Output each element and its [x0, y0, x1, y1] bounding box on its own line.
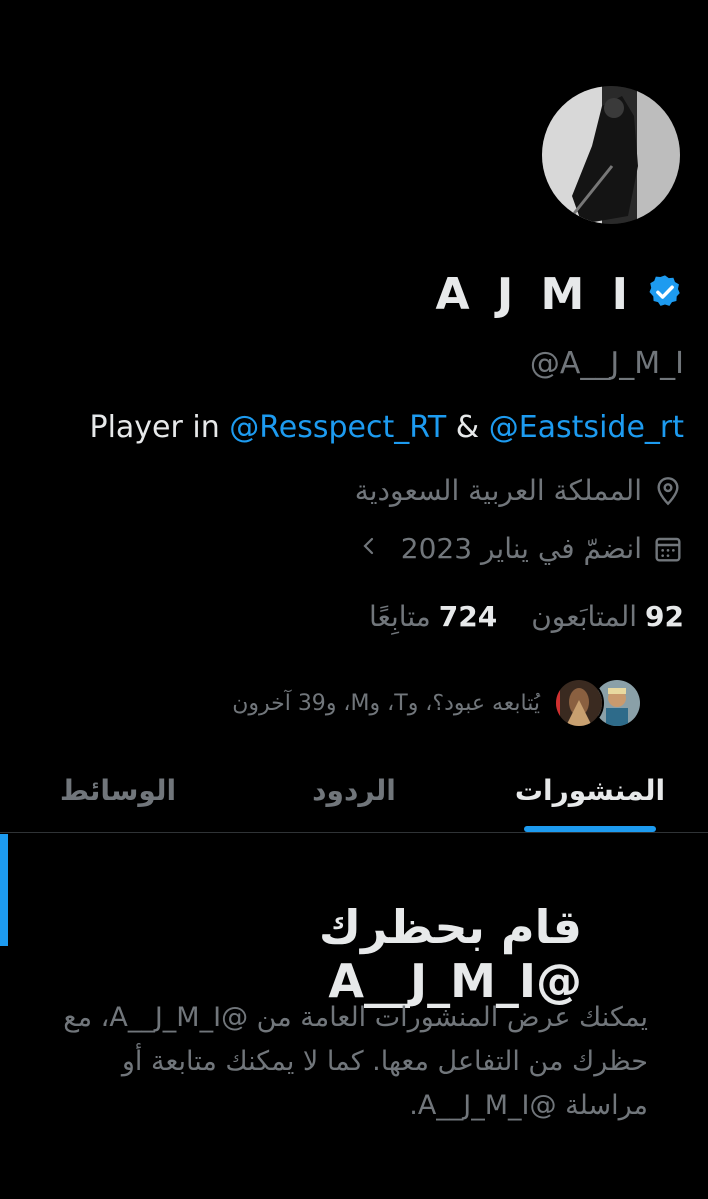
- tabs-divider: [0, 832, 708, 833]
- profile-handle: @A__J_M_I: [529, 346, 684, 381]
- bio-text: Player in: [89, 410, 230, 445]
- tab-replies[interactable]: الردود: [236, 748, 472, 832]
- location-pin-icon: [652, 475, 684, 507]
- joined-text: انضمّ في يناير 2023: [400, 532, 642, 565]
- bio-mention-resspect[interactable]: @Resspect_RT: [229, 410, 446, 445]
- followed-by-text: يُتابعه عبود؟، وT، وM، و39 آخرون: [232, 690, 540, 716]
- display-name: A J M I: [435, 268, 634, 320]
- followers-label: المتابَعون: [531, 600, 638, 633]
- followed-by-avatars: [554, 678, 642, 728]
- tab-posts-label: المنشورات: [514, 773, 666, 807]
- location-row: المملكة العربية السعودية: [355, 474, 684, 507]
- following-count: 724: [438, 600, 498, 633]
- followers-stat[interactable]: 92 المتابَعون: [531, 600, 684, 633]
- joined-row[interactable]: انضمّ في يناير 2023: [359, 532, 684, 565]
- profile-bio: Player in @Resspect_RT & @Eastside_rt: [89, 410, 684, 445]
- following-stat[interactable]: 724 متابِعًا: [369, 600, 497, 633]
- avatar-image: [542, 86, 680, 224]
- bio-mention-eastside[interactable]: @Eastside_rt: [489, 410, 684, 445]
- followers-count: 92: [645, 600, 684, 633]
- tab-media[interactable]: الوسائط: [0, 748, 236, 832]
- location-text: المملكة العربية السعودية: [354, 474, 642, 507]
- verified-badge-icon: [646, 273, 684, 315]
- chevron-left-icon: [359, 532, 379, 565]
- profile-avatar[interactable]: [542, 86, 680, 224]
- blocked-title: قام بحظرك @A__J_M_I: [318, 900, 582, 1008]
- name-row: A J M I: [435, 262, 684, 326]
- profile-stats: 92 المتابَعون 724 متابِعًا: [369, 600, 684, 633]
- calendar-icon: [652, 533, 684, 565]
- tab-posts[interactable]: المنشورات: [472, 748, 708, 832]
- follower-avatar: [554, 678, 604, 728]
- tab-replies-label: الردود: [312, 773, 396, 807]
- followed-by-row[interactable]: يُتابعه عبود؟، وT، وM، و39 آخرون: [232, 678, 642, 728]
- profile-tabs: المنشورات الردود الوسائط: [0, 748, 708, 832]
- blocked-body: يمكنك عرض المنشورات العامة من @A__J_M_I،…: [63, 1002, 648, 1121]
- following-label: متابِعًا: [368, 600, 431, 633]
- bio-joiner: &: [446, 410, 489, 445]
- tab-media-label: الوسائط: [59, 773, 177, 807]
